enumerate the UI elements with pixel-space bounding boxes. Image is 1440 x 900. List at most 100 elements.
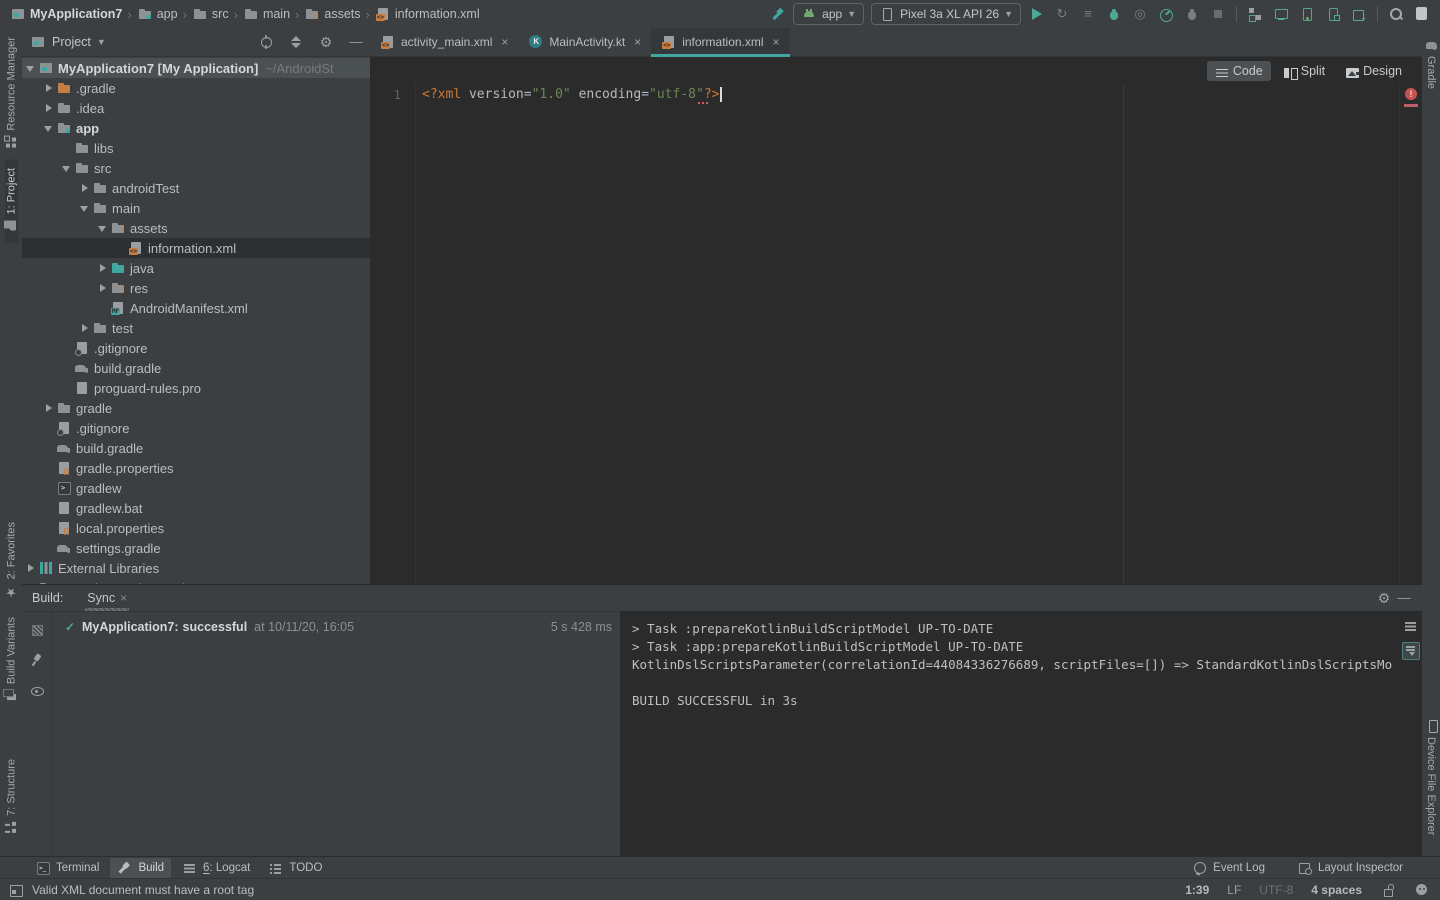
chevron-right-icon[interactable] (78, 180, 92, 196)
chevron-down-icon[interactable] (42, 120, 56, 136)
build-status-row[interactable]: ✓ MyApplication7: successful at 10/11/20… (62, 619, 612, 635)
tool-button-structure[interactable]: 7: Structure (5, 750, 18, 844)
breadcrumb-item[interactable]: MyApplication7 (10, 6, 122, 22)
tool-button-resource-manager[interactable]: Resource Manager (5, 28, 18, 159)
file-encoding-indicator[interactable]: UTF-8 (1259, 883, 1293, 897)
tree-row[interactable]: test (22, 318, 370, 338)
pin-icon[interactable] (29, 652, 45, 668)
profile-low-overhead-icon[interactable] (1184, 6, 1200, 22)
editor-tab[interactable]: information.xml× (651, 28, 789, 56)
tree-row[interactable]: .gitignore (22, 338, 370, 358)
tree-row[interactable]: main (22, 198, 370, 218)
gradle-status-icon[interactable] (1414, 882, 1430, 898)
chevron-right-icon[interactable] (96, 260, 110, 276)
tree-row[interactable]: assets (22, 218, 370, 238)
tree-row[interactable]: .gitignore (22, 418, 370, 438)
tree-row[interactable]: gradle (22, 398, 370, 418)
mode-split-button[interactable]: Split (1275, 61, 1333, 81)
project-view-selector[interactable]: Project (52, 35, 91, 49)
tree-row[interactable]: java (22, 258, 370, 278)
tree-row[interactable]: MyApplication7 [My Application]~/Android… (22, 58, 370, 78)
build-sync-tab[interactable]: Sync × (85, 585, 129, 611)
tool-button-project[interactable]: 1: Project (5, 159, 18, 242)
search-everywhere-icon[interactable] (1388, 6, 1404, 22)
chevron-right-icon[interactable] (78, 320, 92, 336)
sdk-manager-icon[interactable] (1351, 6, 1367, 22)
tree-row[interactable]: settings.gradle (22, 538, 370, 558)
breadcrumb-item[interactable]: assets (304, 6, 360, 22)
close-icon[interactable]: × (773, 35, 780, 49)
tree-row[interactable]: libs (22, 138, 370, 158)
chevron-right-icon[interactable] (42, 80, 56, 96)
error-stripe-mark[interactable] (1404, 104, 1418, 107)
chevron-right-icon[interactable] (42, 400, 56, 416)
chevron-down-icon[interactable] (96, 220, 110, 236)
breadcrumb-item[interactable]: main (243, 6, 290, 22)
scroll-to-end-icon[interactable] (1402, 642, 1420, 660)
build-console[interactable]: > Task :prepareKotlinBuildScriptModel UP… (620, 611, 1422, 857)
tool-window-button-6-logcat[interactable]: 6: Logcat (175, 858, 257, 878)
tree-row[interactable]: res (22, 278, 370, 298)
chevron-right-icon[interactable] (42, 100, 56, 116)
run-configuration-select[interactable]: app ▼ (793, 3, 864, 25)
gear-icon[interactable]: ⚙ (318, 34, 334, 50)
collapse-all-icon[interactable] (288, 34, 304, 50)
breadcrumb-item[interactable]: src (192, 6, 229, 22)
filter-icon[interactable] (29, 622, 45, 638)
apply-changes-icon[interactable]: ↻ (1054, 6, 1070, 22)
mode-design-button[interactable]: Design (1337, 61, 1410, 81)
chevron-down-icon[interactable] (60, 160, 74, 176)
tool-button-favorites[interactable]: ★ 2: Favorites (5, 513, 18, 608)
tool-window-button-terminal[interactable]: Terminal (28, 858, 106, 878)
tree-row[interactable]: AndroidManifest.xml (22, 298, 370, 318)
lock-icon[interactable] (1380, 882, 1396, 898)
chevron-down-icon[interactable] (24, 60, 38, 76)
editor-tab[interactable]: MainActivity.kt× (518, 28, 651, 56)
indent-indicator[interactable]: 4 spaces (1311, 883, 1362, 897)
tree-row[interactable]: External Libraries (22, 558, 370, 578)
tree-row[interactable]: proguard-rules.pro (22, 378, 370, 398)
tree-row[interactable]: app (22, 118, 370, 138)
tool-window-toggle-icon[interactable] (8, 882, 24, 898)
code-editor[interactable]: 1 <?xml version="1.0" encoding="utf-8"?>… (370, 84, 1422, 584)
editor-tab[interactable]: activity_main.xml× (370, 28, 518, 56)
error-indicator-icon[interactable]: ! (1405, 88, 1417, 100)
tree-row[interactable]: src (22, 158, 370, 178)
chevron-down-icon[interactable]: ▼ (97, 37, 106, 47)
close-icon[interactable]: × (120, 591, 127, 605)
debug-icon[interactable] (1106, 6, 1122, 22)
apply-code-changes-icon[interactable]: ≡ (1080, 6, 1096, 22)
device-select[interactable]: Pixel 3a XL API 26 ▼ (871, 3, 1021, 25)
running-devices-icon[interactable] (1273, 6, 1289, 22)
line-separator-indicator[interactable]: LF (1227, 883, 1241, 897)
tool-window-button-event-log[interactable]: Event Log (1185, 858, 1272, 878)
tree-row[interactable]: build.gradle (22, 438, 370, 458)
mode-code-button[interactable]: Code (1207, 61, 1271, 81)
tree-row[interactable]: information.xml (22, 238, 370, 258)
tool-window-button-build[interactable]: Build (110, 858, 171, 878)
tree-row[interactable]: androidTest (22, 178, 370, 198)
tree-row[interactable]: build.gradle (22, 358, 370, 378)
tree-row[interactable]: gradle.properties (22, 458, 370, 478)
tree-row[interactable]: gradlew.bat (22, 498, 370, 518)
close-icon[interactable]: × (634, 35, 641, 49)
locate-file-icon[interactable] (258, 34, 274, 50)
caret-position[interactable]: 1:39 (1185, 883, 1209, 897)
soft-wrap-icon[interactable] (1403, 618, 1419, 634)
tool-window-button-todo[interactable]: TODO (261, 858, 329, 878)
breadcrumb-item[interactable]: information.xml (375, 6, 480, 22)
profile-icon[interactable] (1158, 6, 1174, 22)
project-structure-icon[interactable] (1247, 6, 1263, 22)
hide-panel-icon[interactable]: — (1396, 590, 1412, 606)
tool-button-gradle[interactable]: Gradle (1425, 28, 1438, 98)
tool-button-device-file-explorer[interactable]: Device File Explorer (1425, 709, 1438, 844)
run-icon[interactable] (1028, 6, 1044, 22)
stop-icon[interactable] (1210, 6, 1226, 22)
breadcrumb-item[interactable]: app (137, 6, 178, 22)
chevron-right-icon[interactable] (96, 280, 110, 296)
eye-icon[interactable] (29, 682, 45, 698)
attach-debugger-icon[interactable]: ◎ (1132, 6, 1148, 22)
gear-icon[interactable]: ⚙ (1376, 590, 1392, 606)
tree-row[interactable]: .idea (22, 98, 370, 118)
make-project-hammer-icon[interactable] (770, 6, 786, 22)
